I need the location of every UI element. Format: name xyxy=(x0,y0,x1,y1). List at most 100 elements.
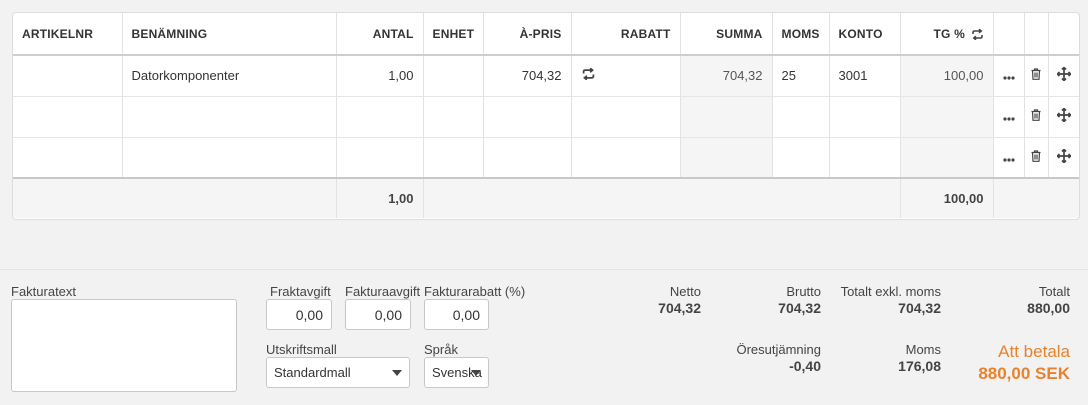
trash-icon[interactable] xyxy=(1031,68,1041,81)
cell-antal[interactable]: 1,00 xyxy=(336,55,424,97)
cell-summa: 704,32 xyxy=(680,55,773,97)
brutto-value: 704,32 xyxy=(778,300,821,316)
ellipsis-icon[interactable] xyxy=(1002,76,1015,80)
col-header-moms[interactable]: MOMS xyxy=(772,13,830,56)
brutto-label: Brutto xyxy=(786,284,821,299)
cell-rabatt[interactable] xyxy=(571,137,681,178)
total-tg: 100,00 xyxy=(900,177,994,218)
cell-artikelnr[interactable] xyxy=(13,55,123,97)
totalt-value: 880,00 xyxy=(1027,300,1070,316)
repeat-icon[interactable] xyxy=(581,68,596,81)
cell-rabatt[interactable] xyxy=(571,55,681,97)
fraktavgift-input[interactable]: 0,00 xyxy=(266,299,332,330)
cell-konto[interactable] xyxy=(829,96,901,138)
move-icon[interactable] xyxy=(1056,67,1071,82)
fakturatext-textarea[interactable] xyxy=(11,299,237,392)
move-icon[interactable] xyxy=(1056,148,1071,163)
section-divider xyxy=(0,269,1088,270)
totals-spacer xyxy=(13,177,337,218)
cell-menu xyxy=(993,55,1025,97)
oresutjamning-label: Öresutjämning xyxy=(736,342,821,357)
cell-konto[interactable]: 3001 xyxy=(829,55,901,97)
cell-tg xyxy=(900,137,994,178)
cell-delete xyxy=(1024,96,1049,138)
cell-artikelnr[interactable] xyxy=(13,96,123,138)
fakturaavgift-label: Fakturaavgift xyxy=(345,284,421,299)
cell-tg xyxy=(900,96,994,138)
cell-apris[interactable] xyxy=(483,96,572,138)
cell-delete xyxy=(1024,55,1049,97)
cell-enhet[interactable] xyxy=(423,55,484,97)
cell-apris[interactable] xyxy=(483,137,572,178)
table-row xyxy=(13,137,1079,178)
col-header-delete xyxy=(1024,13,1049,56)
moms-value: 176,08 xyxy=(898,358,941,374)
ellipsis-icon[interactable] xyxy=(1002,117,1015,121)
repeat-icon[interactable] xyxy=(971,28,984,40)
cell-move xyxy=(1048,55,1079,97)
col-header-summa[interactable]: SUMMA xyxy=(680,13,773,56)
chevron-down-icon xyxy=(392,370,402,376)
cell-konto[interactable] xyxy=(829,137,901,178)
col-header-move xyxy=(1048,13,1079,56)
cell-antal[interactable] xyxy=(336,96,424,138)
cell-move xyxy=(1048,96,1079,138)
moms-label: Moms xyxy=(905,342,941,357)
invoice-rows-table: ARTIKELNR BENÄMNING ANTAL ENHET À-PRIS R… xyxy=(12,12,1080,220)
exkl-moms-label: Totalt exkl. moms xyxy=(840,284,941,299)
cell-benamning[interactable]: Datorkomponenter xyxy=(122,55,337,97)
cell-tg: 100,00 xyxy=(900,55,994,97)
fraktavgift-label: Fraktavgift xyxy=(270,284,331,299)
col-header-antal[interactable]: ANTAL xyxy=(336,13,424,56)
col-header-apris[interactable]: À-PRIS xyxy=(483,13,572,56)
utskriftsmall-select[interactable]: Standardmall xyxy=(266,357,410,388)
cell-moms[interactable] xyxy=(772,96,830,138)
cell-antal[interactable] xyxy=(336,137,424,178)
cell-summa xyxy=(680,137,773,178)
totals-row: 1,00 100,00 xyxy=(13,177,1079,218)
col-header-konto[interactable]: KONTO xyxy=(829,13,901,56)
trash-icon[interactable] xyxy=(1031,109,1041,121)
netto-value: 704,32 xyxy=(658,300,701,316)
cell-summa xyxy=(680,96,773,138)
table-row xyxy=(13,96,1079,138)
totals-spacer-end xyxy=(993,177,1079,218)
cell-enhet[interactable] xyxy=(423,137,484,178)
table-header-row: ARTIKELNR BENÄMNING ANTAL ENHET À-PRIS R… xyxy=(13,13,1079,56)
col-header-artikelnr[interactable]: ARTIKELNR xyxy=(13,13,123,56)
cell-menu xyxy=(993,96,1025,138)
cell-benamning[interactable] xyxy=(122,137,337,178)
move-icon[interactable] xyxy=(1056,108,1071,122)
sprak-label: Språk xyxy=(424,342,458,357)
col-header-menu xyxy=(993,13,1025,56)
netto-label: Netto xyxy=(669,284,701,299)
col-header-enhet[interactable]: ENHET xyxy=(423,13,484,56)
cell-rabatt[interactable] xyxy=(571,96,681,138)
exkl-moms-value: 704,32 xyxy=(898,300,941,316)
trash-icon[interactable] xyxy=(1031,150,1041,162)
cell-menu xyxy=(993,137,1025,178)
att-betala-label: Att betala xyxy=(998,342,1070,361)
oresutjamning-value: -0,40 xyxy=(789,358,821,374)
cell-apris[interactable]: 704,32 xyxy=(483,55,572,97)
ellipsis-icon[interactable] xyxy=(1002,158,1015,162)
fakturatext-label: Fakturatext xyxy=(11,284,77,299)
sprak-select[interactable]: Svenska xyxy=(424,357,489,388)
fakturarabatt-label: Fakturarabatt (%) xyxy=(424,284,526,299)
totals-spacer-mid xyxy=(423,177,901,218)
utskriftsmall-label: Utskriftsmall xyxy=(266,342,337,357)
col-header-tg-label: TG % xyxy=(933,26,965,41)
att-betala-value: 880,00 SEK xyxy=(978,364,1070,383)
cell-benamning[interactable] xyxy=(122,96,337,138)
fakturarabatt-input[interactable]: 0,00 xyxy=(424,299,489,330)
col-header-rabatt[interactable]: RABATT xyxy=(571,13,681,56)
cell-moms[interactable]: 25 xyxy=(772,55,830,97)
cell-artikelnr[interactable] xyxy=(13,137,123,178)
col-header-benamning[interactable]: BENÄMNING xyxy=(122,13,337,56)
cell-enhet[interactable] xyxy=(423,96,484,138)
col-header-tg[interactable]: TG % xyxy=(900,13,994,56)
fakturaavgift-input[interactable]: 0,00 xyxy=(345,299,411,330)
chevron-down-icon xyxy=(471,370,481,376)
cell-moms[interactable] xyxy=(772,137,830,178)
utskriftsmall-value: Standardmall xyxy=(274,365,351,380)
